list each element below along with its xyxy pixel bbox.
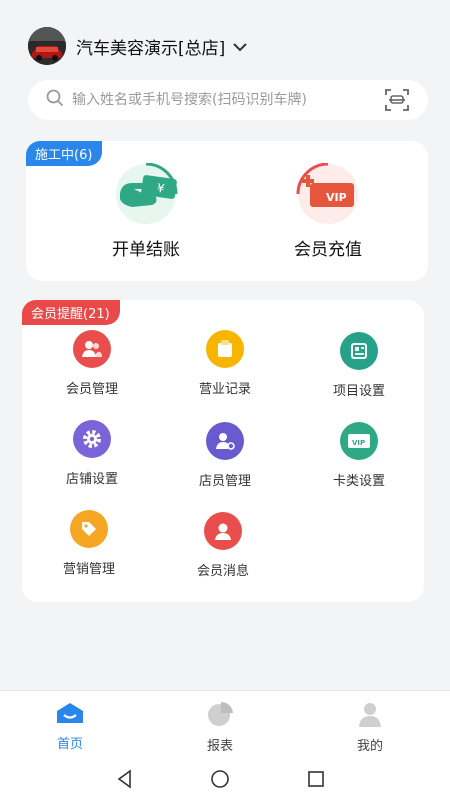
staff-management-button[interactable]: 店员管理: [170, 422, 280, 489]
svg-text:VIP: VIP: [352, 439, 365, 447]
system-navigation-bar: [0, 760, 450, 800]
pie-chart-icon: [208, 701, 233, 726]
marketing-label: 营销管理: [62, 562, 115, 577]
bottom-tabbar: 首页 报表 我的: [0, 690, 450, 761]
search-bar[interactable]: [28, 80, 428, 120]
member-message-button[interactable]: 会员消息: [168, 512, 278, 579]
member-management-label: 会员管理: [65, 382, 118, 397]
member-reminder-tag[interactable]: 会员提醒(21): [22, 300, 120, 325]
svg-text:VIP: VIP: [326, 191, 347, 204]
store-header[interactable]: 汽车美容演示[总店]: [28, 26, 247, 66]
vip-card-icon: VIP: [340, 422, 378, 460]
profile-icon: [359, 703, 381, 727]
member-message-icon: [204, 512, 242, 550]
chevron-down-icon[interactable]: [233, 37, 247, 56]
business-record-label: 营业记录: [198, 382, 251, 397]
project-settings-button[interactable]: 项目设置: [304, 332, 414, 399]
project-settings-icon: [340, 332, 378, 370]
tab-home-label: 首页: [56, 737, 83, 752]
checkout-cash-icon: ¥: [116, 162, 178, 224]
store-name[interactable]: 汽车美容演示[总店]: [76, 34, 225, 59]
member-management-button[interactable]: 会员管理: [37, 330, 147, 397]
card-settings-label: 卡类设置: [332, 474, 385, 489]
business-record-button[interactable]: 营业记录: [170, 330, 280, 397]
search-icon: [46, 89, 64, 111]
marketing-button[interactable]: 营销管理: [34, 510, 144, 577]
tab-reports-label: 报表: [206, 739, 233, 754]
member-message-label: 会员消息: [196, 564, 249, 579]
vip-recharge-icon: VIP: [296, 162, 358, 224]
project-settings-label: 项目设置: [332, 384, 385, 399]
member-reminder-card: 会员提醒(21) 会员管理 营业记录 项目设置 店铺设置 店员管理 VIP 卡类…: [22, 300, 424, 602]
gear-icon: [73, 420, 111, 458]
tab-home[interactable]: 首页: [30, 701, 110, 752]
member-management-icon: [73, 330, 111, 368]
tag-icon: [70, 510, 108, 548]
search-input[interactable]: [70, 91, 374, 109]
tab-reports[interactable]: 报表: [180, 701, 260, 754]
recents-icon[interactable]: [306, 769, 326, 793]
checkout-button[interactable]: ¥ 开单结账: [76, 162, 216, 260]
vip-recharge-button[interactable]: VIP 会员充值: [258, 162, 398, 260]
checkout-label: 开单结账: [112, 240, 180, 260]
card-settings-button[interactable]: VIP 卡类设置: [304, 422, 414, 489]
home-nav-icon[interactable]: [209, 769, 231, 793]
store-settings-label: 店铺设置: [65, 472, 118, 487]
store-avatar: [28, 27, 66, 65]
staff-management-icon: [206, 422, 244, 460]
back-icon[interactable]: [115, 769, 135, 793]
scan-plate-icon[interactable]: [384, 88, 410, 116]
home-icon: [57, 703, 83, 723]
vip-recharge-label: 会员充值: [294, 240, 362, 260]
tab-profile-label: 我的: [356, 739, 383, 754]
store-settings-button[interactable]: 店铺设置: [37, 420, 147, 487]
tab-profile[interactable]: 我的: [330, 701, 410, 754]
construction-card: 施工中(6) ¥ 开单结账 VIP 会员充值: [26, 141, 428, 281]
business-record-icon: [206, 330, 244, 368]
staff-management-label: 店员管理: [198, 474, 251, 489]
